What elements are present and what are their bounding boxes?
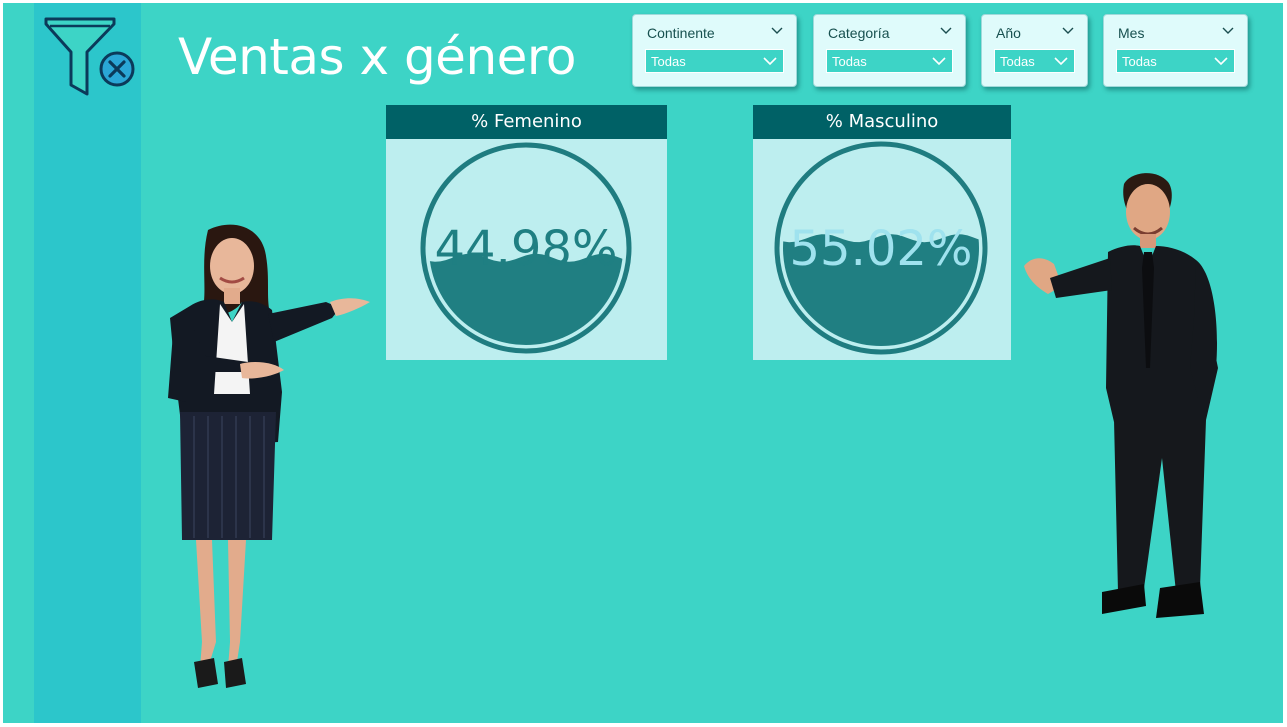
slicer-dropdown[interactable]: Todas (826, 49, 953, 73)
page-title: Ventas x género (178, 28, 576, 86)
businessman-image (1024, 173, 1218, 618)
chevron-down-icon[interactable] (939, 24, 953, 38)
slicer-continente[interactable]: Continente Todas (632, 14, 797, 87)
slicer-value: Todas (1122, 54, 1157, 69)
slicer-dropdown[interactable]: Todas (1116, 49, 1235, 73)
businesswoman-image (168, 224, 370, 688)
gauge-value: 44.98% (434, 221, 617, 277)
chevron-down-icon (763, 57, 777, 66)
slicer-label: Categoría (828, 25, 890, 41)
gauge-card-female[interactable]: % Femenino 44.98% (386, 105, 667, 360)
gauge-title: % Femenino (386, 105, 667, 139)
slicer-value: Todas (1000, 54, 1035, 69)
slicer-label: Continente (647, 25, 715, 41)
slicer-value: Todas (832, 54, 867, 69)
slicer-ano[interactable]: Año Todas (981, 14, 1088, 87)
liquid-gauge-male: 55.02% (774, 141, 988, 355)
gauge-title: % Masculino (753, 105, 1011, 139)
slicer-label: Mes (1118, 25, 1145, 41)
slicer-dropdown[interactable]: Todas (645, 49, 784, 73)
chevron-down-icon (1214, 57, 1228, 66)
funnel-clear-icon[interactable] (40, 14, 138, 100)
chevron-down-icon (932, 57, 946, 66)
side-rail (34, 3, 141, 723)
chevron-down-icon[interactable] (770, 24, 784, 38)
liquid-gauge-female: 44.98% (420, 142, 632, 354)
gauge-value: 55.02% (789, 221, 972, 277)
slicer-value: Todas (651, 54, 686, 69)
slicer-dropdown[interactable]: Todas (994, 49, 1075, 73)
slicer-label: Año (996, 25, 1021, 41)
gauge-card-male[interactable]: % Masculino 55.02% (753, 105, 1011, 360)
chevron-down-icon (1054, 57, 1068, 66)
slicer-mes[interactable]: Mes Todas (1103, 14, 1248, 87)
chevron-down-icon[interactable] (1061, 24, 1075, 38)
chevron-down-icon[interactable] (1221, 24, 1235, 38)
slicer-categoria[interactable]: Categoría Todas (813, 14, 966, 87)
